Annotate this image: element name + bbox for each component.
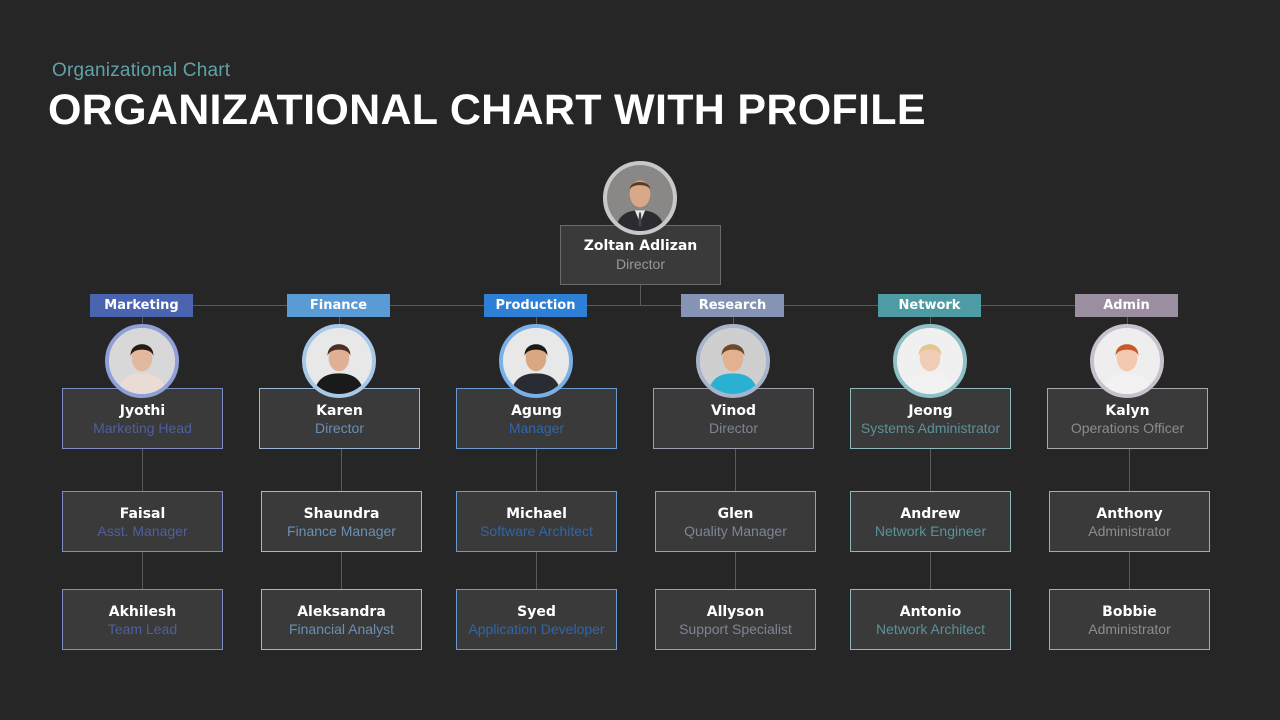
department-label-finance[interactable]: Finance <box>287 294 390 317</box>
member-connector-line <box>735 552 736 589</box>
person-name: Allyson <box>706 604 765 620</box>
person-name: Glen <box>717 506 754 522</box>
team-member-node[interactable]: Michael Software Architect <box>456 491 617 552</box>
team-member-node[interactable]: Andrew Network Engineer <box>850 491 1011 552</box>
person-role: Financial Analyst <box>288 621 395 637</box>
person-photo-icon <box>897 328 963 394</box>
team-member-node[interactable]: Syed Application Developer <box>456 589 617 650</box>
profile-avatar <box>893 324 967 398</box>
person-name: Jeong <box>908 403 953 419</box>
member-connector-line <box>536 449 537 491</box>
person-role: Director <box>708 420 758 436</box>
person-name: Agung <box>511 403 562 419</box>
person-role: Systems Administrator <box>860 420 1001 436</box>
department-label-research[interactable]: Research <box>681 294 784 317</box>
team-member-node[interactable]: Antonio Network Architect <box>850 589 1011 650</box>
slide-title: ORGANIZATIONAL CHART WITH PROFILE <box>48 86 926 134</box>
person-name: Karen <box>316 403 363 419</box>
person-role: Administrator <box>1088 523 1171 539</box>
person-name: Faisal <box>119 506 166 522</box>
member-connector-line <box>930 449 931 491</box>
person-name: Jyothi <box>119 403 166 419</box>
member-connector-line <box>341 552 342 589</box>
person-role: Quality Manager <box>684 523 787 539</box>
member-connector-line <box>1129 552 1130 589</box>
person-role: Support Specialist <box>679 621 792 637</box>
profile-avatar <box>105 324 179 398</box>
profile-avatar <box>499 324 573 398</box>
root-role: Director <box>615 256 665 272</box>
person-role: Director <box>314 420 364 436</box>
root-name: Zoltan Adlizan <box>583 238 698 254</box>
person-photo-icon <box>1094 328 1160 394</box>
member-connector-line <box>142 449 143 491</box>
member-connector-line <box>1129 449 1130 491</box>
person-name: Anthony <box>1096 506 1163 522</box>
root-avatar <box>603 161 677 235</box>
person-role: Team Lead <box>107 621 178 637</box>
person-role: Marketing Head <box>93 420 192 436</box>
department-label-admin[interactable]: Admin <box>1075 294 1178 317</box>
member-connector-line <box>142 552 143 589</box>
profile-avatar <box>1090 324 1164 398</box>
person-name: Aleksandra <box>297 604 386 620</box>
member-connector-line <box>341 449 342 491</box>
person-role: Manager <box>508 420 565 436</box>
person-photo-icon <box>306 328 372 394</box>
person-role: Network Architect <box>876 621 985 637</box>
person-photo-icon <box>607 165 673 231</box>
person-name: Syed <box>517 604 556 620</box>
person-role: Asst. Manager <box>97 523 188 539</box>
person-role: Network Engineer <box>874 523 987 539</box>
team-member-node[interactable]: Glen Quality Manager <box>655 491 816 552</box>
team-member-node[interactable]: Akhilesh Team Lead <box>62 589 223 650</box>
person-name: Akhilesh <box>108 604 177 620</box>
root-connector-line <box>640 285 641 305</box>
person-name: Shaundra <box>303 506 380 522</box>
person-name: Bobbie <box>1102 604 1157 620</box>
person-role: Finance Manager <box>287 523 396 539</box>
person-name: Michael <box>506 506 567 522</box>
profile-avatar <box>696 324 770 398</box>
person-name: Vinod <box>711 403 756 419</box>
team-member-node[interactable]: Allyson Support Specialist <box>655 589 816 650</box>
team-member-node[interactable]: Aleksandra Financial Analyst <box>261 589 422 650</box>
person-photo-icon <box>109 328 175 394</box>
slide-subtitle: Organizational Chart <box>52 60 231 81</box>
person-role: Administrator <box>1088 621 1171 637</box>
team-member-node[interactable]: Shaundra Finance Manager <box>261 491 422 552</box>
profile-avatar <box>302 324 376 398</box>
team-member-node[interactable]: Bobbie Administrator <box>1049 589 1210 650</box>
person-photo-icon <box>700 328 766 394</box>
person-role: Application Developer <box>468 621 605 637</box>
department-label-marketing[interactable]: Marketing <box>90 294 193 317</box>
member-connector-line <box>930 552 931 589</box>
person-role: Operations Officer <box>1070 420 1185 436</box>
department-label-production[interactable]: Production <box>484 294 587 317</box>
member-connector-line <box>735 449 736 491</box>
department-label-network[interactable]: Network <box>878 294 981 317</box>
team-member-node[interactable]: Faisal Asst. Manager <box>62 491 223 552</box>
member-connector-line <box>536 552 537 589</box>
person-role: Software Architect <box>480 523 593 539</box>
team-member-node[interactable]: Anthony Administrator <box>1049 491 1210 552</box>
person-name: Andrew <box>900 506 961 522</box>
person-photo-icon <box>503 328 569 394</box>
person-name: Antonio <box>899 604 962 620</box>
person-name: Kalyn <box>1105 403 1150 419</box>
